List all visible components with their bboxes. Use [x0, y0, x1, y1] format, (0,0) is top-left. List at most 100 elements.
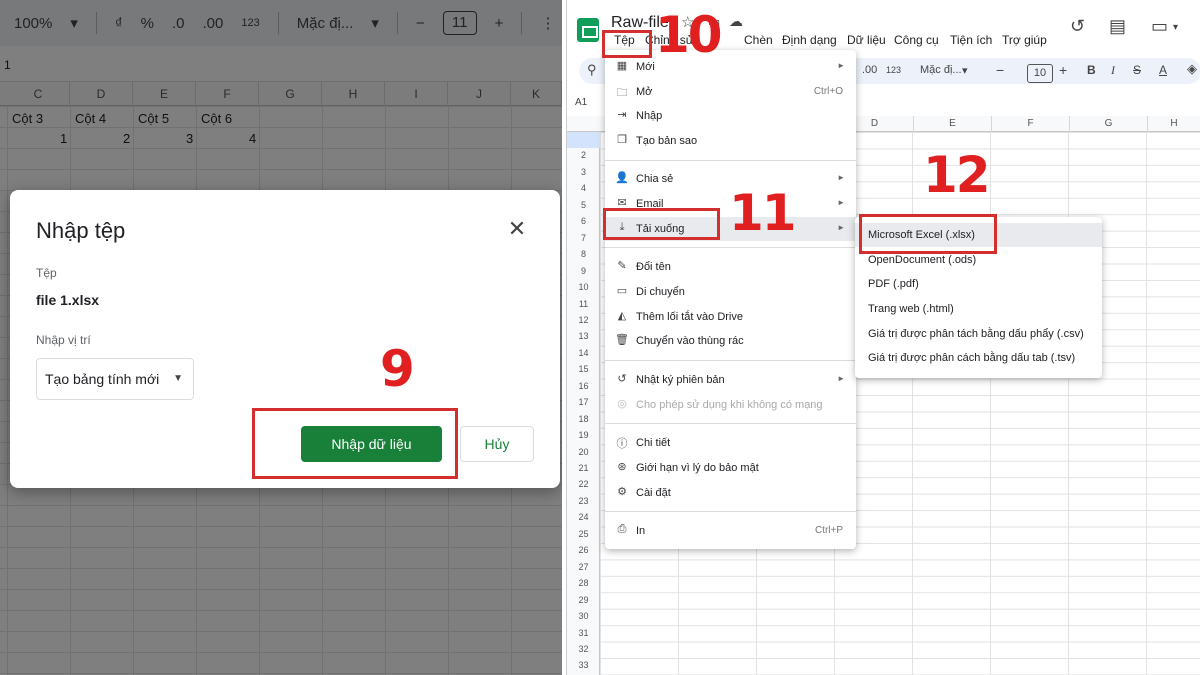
highlight-box [602, 30, 652, 58]
strikethrough-button[interactable]: S [1133, 63, 1141, 77]
menu-insert[interactable]: Chèn [744, 33, 773, 47]
menu-item-security-limits[interactable]: ⊛ Giới hạn vì lý do bảo mật [605, 456, 856, 480]
row-header[interactable]: 10 [567, 282, 600, 292]
row-header[interactable]: 12 [567, 315, 600, 325]
row-header[interactable]: 9 [567, 266, 600, 276]
row-header[interactable]: 22 [567, 479, 600, 489]
row-header[interactable]: 30 [567, 611, 600, 621]
row-header[interactable]: 16 [567, 381, 600, 391]
row-header[interactable]: 28 [567, 578, 600, 588]
shortcut-label: Ctrl+O [813, 86, 843, 97]
version-history-icon: ↺ [617, 373, 627, 385]
row-header[interactable]: 24 [567, 512, 600, 522]
menu-divider [605, 247, 856, 248]
menu-extensions[interactable]: Tiện ích [950, 33, 992, 47]
column-header[interactable]: E [914, 116, 992, 132]
row-header[interactable]: 2 [567, 150, 600, 160]
sheets-logo-icon[interactable] [577, 18, 599, 42]
bold-button[interactable]: B [1087, 63, 1096, 77]
step-number-11: 11 [729, 184, 797, 242]
drive-shortcut-icon: ◭ [617, 310, 627, 322]
submenu-arrow-icon: ► [837, 61, 845, 70]
row-header[interactable]: 20 [567, 447, 600, 457]
comments-icon[interactable]: ▤ [1109, 16, 1126, 37]
minus-icon[interactable]: − [996, 62, 1004, 78]
text-color-button[interactable]: A [1159, 63, 1167, 77]
menu-format[interactable]: Định dạng [782, 33, 837, 47]
row-header[interactable]: 18 [567, 414, 600, 424]
row-header[interactable]: 11 [567, 299, 600, 309]
step-number-10: 10 [655, 6, 723, 64]
row-header[interactable]: 17 [567, 397, 600, 407]
font-family-select[interactable]: Mặc đị... [920, 64, 962, 76]
download-html-option[interactable]: Trang web (.html) [855, 297, 1102, 321]
left-screenshot-pane: 100% ▾ ₫ % .0 .00 123 Mặc đị... ▾ − 11 +… [0, 0, 562, 675]
font-size-input[interactable]: 10 [1027, 64, 1053, 83]
row-header[interactable]: 13 [567, 331, 600, 341]
column-header[interactable]: G [1070, 116, 1148, 132]
row-header[interactable]: 29 [567, 595, 600, 605]
menu-tools[interactable]: Công cụ [894, 33, 939, 47]
menu-item-label: Nhập [636, 110, 663, 122]
row-header[interactable]: 5 [567, 200, 600, 210]
name-box[interactable]: A1 [575, 97, 587, 108]
menu-item-label: Chia sẻ [636, 173, 674, 185]
meet-video-icon[interactable]: ▭ [1151, 16, 1168, 37]
cancel-button[interactable]: Hủy [460, 426, 534, 462]
row-header[interactable]: 6 [567, 216, 600, 226]
menu-help[interactable]: Trợ giúp [1002, 33, 1047, 47]
cloud-status-icon: ☁ [729, 13, 743, 29]
chevron-down-icon[interactable]: ▾ [1173, 22, 1178, 33]
column-header[interactable]: F [992, 116, 1070, 132]
menu-item-move-to-trash[interactable]: 🗑 Chuyển vào thùng rác [605, 329, 856, 353]
menu-item-print[interactable]: ⎙ In Ctrl+P [605, 519, 856, 543]
search-icon[interactable]: ⚲ [587, 62, 597, 78]
menu-item-rename[interactable]: ✎ Đổi tên [605, 255, 856, 279]
close-icon[interactable]: ✕ [506, 218, 528, 240]
version-history-icon[interactable]: ↺ [1070, 16, 1085, 37]
increase-decimal-button[interactable]: .00 [862, 64, 877, 76]
column-header[interactable]: H [1148, 116, 1200, 132]
row-header[interactable]: 27 [567, 562, 600, 572]
row-header[interactable]: 3 [567, 167, 600, 177]
row-header[interactable]: 32 [567, 644, 600, 654]
download-tsv-option[interactable]: Giá trị được phân cách bằng dấu tab (.ts… [855, 346, 1102, 370]
italic-button[interactable]: I [1111, 63, 1115, 78]
menu-item-import[interactable]: ⇥ Nhập [605, 104, 856, 128]
security-limit-icon: ⊛ [617, 461, 627, 473]
menu-item-details[interactable]: ⓘ Chi tiết [605, 431, 856, 455]
row-header[interactable]: 19 [567, 430, 600, 440]
menu-item-settings[interactable]: ⚙ Cài đặt [605, 481, 856, 505]
row-header[interactable]: 14 [567, 348, 600, 358]
row-header[interactable]: 23 [567, 496, 600, 506]
menu-item-add-shortcut[interactable]: ◭ Thêm lối tắt vào Drive [605, 305, 856, 329]
row-header[interactable]: 8 [567, 249, 600, 259]
row-header[interactable]: 33 [567, 660, 600, 670]
number-format-button[interactable]: 123 [886, 65, 901, 75]
step-number-9: 9 [380, 340, 415, 398]
menu-data[interactable]: Dữ liệu [847, 33, 886, 47]
menu-item-make-copy[interactable]: ❐ Tạo bản sao [605, 129, 856, 153]
row-header[interactable]: 21 [567, 463, 600, 473]
submenu-arrow-icon: ► [837, 173, 845, 182]
menu-item-move[interactable]: ▭ Di chuyển [605, 280, 856, 304]
row-header[interactable]: 25 [567, 529, 600, 539]
submenu-item-label: Trang web (.html) [868, 303, 954, 315]
row-header[interactable]: 31 [567, 628, 600, 638]
menu-item-version-history[interactable]: ↺ Nhật ký phiên bản ► [605, 368, 856, 392]
row-header[interactable]: 7 [567, 233, 600, 243]
menu-item-label: Mở [636, 86, 653, 98]
import-location-select[interactable]: Tạo bảng tính mới ▼ [36, 358, 194, 400]
row-header[interactable]: 26 [567, 545, 600, 555]
download-csv-option[interactable]: Giá trị được phân tách bằng dấu phẩy (.c… [855, 322, 1102, 346]
offline-icon: ◎ [617, 398, 627, 410]
menu-item-open[interactable]: 🗀 Mở Ctrl+O [605, 80, 856, 104]
menu-divider [605, 160, 856, 161]
menu-item-new[interactable]: ▦ Mới ► [605, 55, 856, 79]
plus-icon[interactable]: + [1059, 62, 1067, 78]
row-header[interactable]: 4 [567, 183, 600, 193]
download-pdf-option[interactable]: PDF (.pdf) [855, 272, 1102, 296]
fill-color-icon[interactable]: ◈ [1187, 61, 1197, 77]
menu-item-label: Di chuyển [636, 286, 685, 298]
row-header[interactable]: 15 [567, 364, 600, 374]
